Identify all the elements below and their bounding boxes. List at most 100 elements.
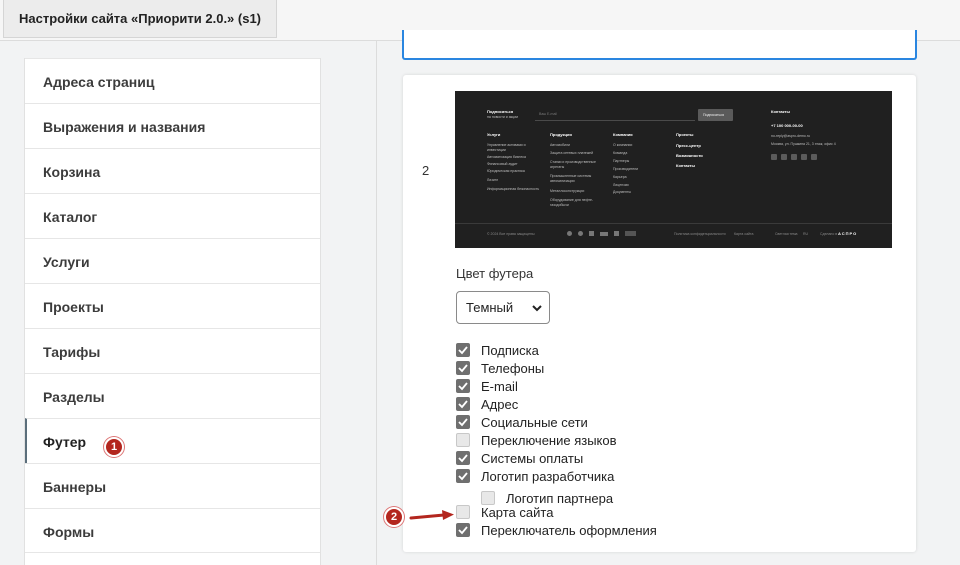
subscription-checkbox[interactable]: Подписка [456, 341, 539, 359]
preview-services-item: Управление активами и [487, 143, 526, 147]
whatsapp-icon [811, 154, 817, 160]
check-icon [458, 454, 468, 463]
checkbox-box[interactable] [456, 469, 470, 483]
preview-col-contacts: Контакты [676, 163, 695, 168]
checkbox-box[interactable] [456, 523, 470, 537]
checkbox-label: Телефоны [481, 360, 545, 376]
preview-privacy-link: Политика конфиденциальности [674, 232, 726, 236]
preview-subscribe-button: Подписаться [698, 109, 733, 121]
sidebar-item-label: Футер [43, 434, 87, 450]
checkbox-box[interactable] [456, 343, 470, 357]
preview-col-company: Компания [613, 132, 633, 137]
checkbox-box[interactable] [456, 451, 470, 465]
check-icon [458, 346, 468, 355]
payment-systems-checkbox[interactable]: Системы оплаты [456, 449, 583, 467]
preview-col-projects: Проекты [676, 132, 694, 137]
check-icon [458, 418, 468, 427]
payment-icon [614, 231, 619, 236]
checkbox-label: Системы оплаты [481, 450, 584, 466]
check-icon [458, 382, 468, 391]
check-icon [458, 364, 468, 373]
phones-checkbox[interactable]: Телефоны [456, 359, 544, 377]
check-icon [458, 400, 468, 409]
preview-subscribe-button-label: Подписаться [703, 113, 724, 117]
preview-products-item: Станки и производственные [550, 160, 596, 164]
preview-services-item: Автоматизация бизнеса [487, 155, 526, 159]
preview-products-item: Металлоконструкции [550, 189, 585, 193]
sidebar-item-catalog[interactable]: Каталог [25, 193, 320, 238]
checkbox-label: Карта сайта [481, 504, 554, 520]
email-checkbox[interactable]: E-mail [456, 377, 518, 395]
option-number: 2 [422, 163, 430, 178]
preview-col-opportunities: Возможности [676, 153, 703, 158]
preview-company-item: Документы [613, 190, 632, 194]
preview-made-by: Сделано в [820, 232, 838, 236]
checkbox-box[interactable] [456, 379, 470, 393]
checkbox-box[interactable] [456, 433, 470, 447]
sidebar-item-banners[interactable]: Баннеры [25, 463, 320, 508]
preview-email-input: Ваш E-mail [535, 108, 695, 121]
annotation-badge-1: 1 [104, 437, 124, 457]
theme-switcher-checkbox[interactable]: Переключатель оформления [456, 521, 657, 539]
preview-products-item: Автомобили [550, 143, 570, 147]
checkbox-label: Логотип разработчика [481, 468, 615, 484]
footer-option-card[interactable]: 2 Подписаться на новости и акции Ваш E-m… [403, 75, 916, 552]
checkbox-box[interactable] [456, 397, 470, 411]
preview-payment-icons [567, 231, 636, 236]
annotation-badge-2: 2 [384, 507, 404, 527]
checkbox-box[interactable] [456, 505, 470, 519]
developer-logo-checkbox[interactable]: Логотип разработчика [456, 467, 614, 485]
preview-company-item: Лицензии [613, 183, 629, 187]
preview-products-item: автоматизации [550, 179, 575, 183]
preview-services-item: Лизинг [487, 178, 499, 182]
address-checkbox[interactable]: Адрес [456, 395, 518, 413]
social-networks-checkbox[interactable]: Социальные сети [456, 413, 588, 431]
checkbox-label: Социальные сети [481, 414, 588, 430]
sidebar-item-footer[interactable]: Футер [25, 418, 320, 463]
preview-aspro-logo: АСПРО [838, 231, 858, 236]
arrow-right-icon [409, 510, 454, 520]
telegram-icon [791, 154, 797, 160]
sidebar-item-projects[interactable]: Проекты [25, 283, 320, 328]
preview-theme-switch: Светлая тема [775, 232, 798, 236]
sidebar-item-forms[interactable]: Формы [25, 508, 320, 553]
preview-contacts-title: Контакты [771, 109, 790, 114]
checkbox-label: Подписка [481, 342, 539, 358]
checkbox-box[interactable] [456, 361, 470, 375]
sidebar-item-expressions[interactable]: Выражения и названия [25, 103, 320, 148]
footer-preview-image: Подписаться на новости и акции Ваш E-mai… [455, 91, 892, 248]
preview-services-item: Информационная безопасность [487, 187, 540, 191]
preview-address: Москва, ул. Пушкина 21, 3 этаж, офис 4 [771, 142, 836, 146]
vk-icon [771, 154, 777, 160]
preview-company-item: О компании [613, 143, 633, 147]
sidebar-item-basket[interactable]: Корзина [25, 148, 320, 193]
preview-email-placeholder: Ваш E-mail [539, 112, 557, 116]
payment-icon [600, 231, 608, 236]
previous-option-card[interactable] [402, 30, 917, 60]
preview-copyright: © 2024 Все права защищены [487, 232, 535, 236]
preview-social-icons [771, 154, 817, 160]
sidebar-item-services[interactable]: Услуги [25, 238, 320, 283]
language-switch-checkbox[interactable]: Переключение языков [456, 431, 617, 449]
sidebar-item-tariffs[interactable]: Тарифы [25, 328, 320, 373]
settings-tab[interactable]: Настройки сайта «Приорити 2.0.» (s1) [3, 0, 278, 38]
footer-color-select[interactable]: Темный [456, 291, 550, 324]
sidebar-item-page-addresses[interactable]: Адреса страниц [25, 58, 320, 103]
sidebar-item-sections[interactable]: Разделы [25, 373, 320, 418]
preview-services-item: Финансовый аудит [487, 162, 518, 166]
checkbox-label: E-mail [481, 378, 518, 394]
panel-divider [376, 41, 377, 565]
preview-company-item: Команда [613, 151, 628, 155]
ok-icon [781, 154, 787, 160]
preview-col-services: Услуги [487, 132, 501, 137]
preview-phone: +7 100 000-00-00 [771, 123, 803, 128]
checkbox-box[interactable] [456, 415, 470, 429]
sitemap-checkbox[interactable]: Карта сайта [456, 503, 553, 521]
footer-color-value: Темный [466, 300, 514, 315]
preview-services-item: Юридическая практика [487, 169, 525, 173]
payment-icon [625, 231, 636, 236]
preview-products-item: Промышленные системы [550, 174, 592, 178]
check-icon [458, 526, 468, 535]
payment-icon [589, 231, 594, 236]
preview-products-item: агрегаты [550, 165, 565, 169]
